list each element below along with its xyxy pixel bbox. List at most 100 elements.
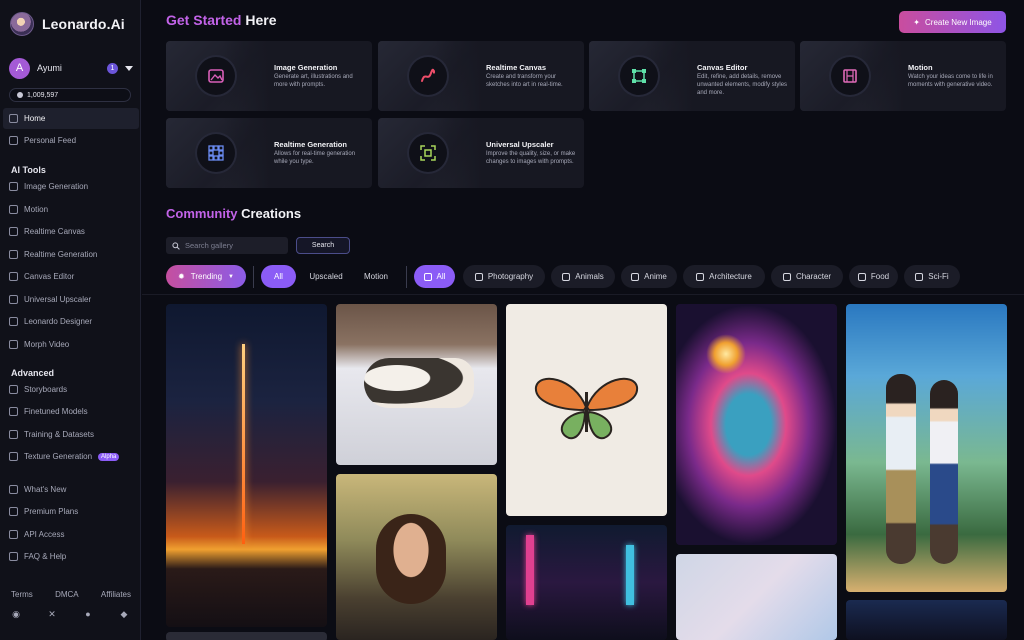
search-button[interactable]: Search	[296, 237, 350, 254]
category-food[interactable]: Food	[849, 265, 898, 288]
training-icon	[9, 430, 18, 439]
alpha-badge: Alpha	[98, 452, 120, 461]
models-icon	[9, 407, 18, 416]
sidebar-item-finetuned-models[interactable]: Finetuned Models	[3, 401, 139, 422]
token-balance[interactable]: 1,009,597	[9, 88, 131, 102]
gallery-image[interactable]	[846, 600, 1007, 640]
category-anime[interactable]: Anime	[621, 265, 677, 288]
sidebar-item-label: Storyboards	[24, 385, 68, 394]
logo-text: Leonardo.Ai	[42, 16, 125, 32]
sidebar-item-morph-video[interactable]: Morph Video	[3, 334, 139, 355]
home-icon	[9, 114, 18, 123]
tool-description: Improve the quality, size, or make chang…	[486, 151, 576, 165]
notification-badge[interactable]: 1	[107, 62, 118, 74]
anime-boy	[886, 374, 916, 564]
sidebar-item-personal-feed[interactable]: Personal Feed	[3, 130, 139, 151]
category-photography[interactable]: Photography	[463, 265, 545, 288]
tool-card-canvas-editor[interactable]: Canvas Editor Edit, refine, add details,…	[589, 41, 795, 111]
sidebar-item-image-generation[interactable]: Image Generation	[3, 176, 139, 197]
logo[interactable]: Leonardo.Ai	[10, 12, 125, 36]
community-title-accent: Community	[166, 206, 238, 221]
gallery-image-pastel-girl[interactable]	[676, 554, 837, 640]
tool-title: Universal Upscaler	[486, 140, 554, 149]
gallery-image-neon-city-rider[interactable]	[506, 525, 667, 640]
tool-card-realtime-generation[interactable]: Realtime Generation Allows for real-time…	[166, 118, 372, 188]
tab-upscaled[interactable]: Upscaled	[299, 265, 353, 288]
flame-icon: ✹	[178, 272, 185, 281]
user-menu[interactable]: A Ayumi 1	[9, 57, 133, 79]
paw-icon	[562, 272, 571, 281]
sidebar-item-motion[interactable]: Motion	[3, 199, 139, 220]
avatar: A	[9, 57, 30, 79]
news-icon	[9, 485, 18, 494]
sidebar-item-universal-upscaler[interactable]: Universal Upscaler	[3, 289, 139, 310]
category-animals[interactable]: Animals	[551, 265, 615, 288]
camera-icon	[474, 272, 483, 281]
token-count: 1,009,597	[27, 91, 59, 99]
category-sci-fi[interactable]: Sci-Fi	[904, 265, 960, 288]
sidebar-item-home[interactable]: Home	[3, 108, 139, 129]
category-label: Photography	[487, 272, 534, 281]
tool-card-realtime-canvas[interactable]: Realtime Canvas Create and transform you…	[378, 41, 584, 111]
designer-icon	[9, 317, 18, 326]
sidebar-item-faq-help[interactable]: FAQ & Help	[3, 546, 139, 567]
category-character[interactable]: Character	[771, 265, 843, 288]
tool-title: Image Generation	[274, 63, 338, 72]
search-input[interactable]: Search gallery	[166, 237, 288, 254]
tab-all[interactable]: All	[261, 265, 296, 288]
affiliates-link[interactable]: Affiliates	[101, 590, 131, 599]
tool-title: Realtime Canvas	[486, 63, 547, 72]
facebook-icon[interactable]: ●	[83, 609, 93, 619]
divider	[406, 265, 407, 288]
sidebar-item-whats-new[interactable]: What's New	[3, 479, 139, 500]
apple-icon[interactable]: ◆	[119, 609, 129, 619]
tool-card-universal-upscaler[interactable]: Universal Upscaler Improve the quality, …	[378, 118, 584, 188]
dmca-link[interactable]: DMCA	[55, 590, 79, 599]
person-icon	[782, 272, 791, 281]
star-glow	[706, 334, 746, 374]
sidebar-item-label: Personal Feed	[24, 136, 77, 145]
gallery-image[interactable]	[166, 632, 327, 640]
discord-icon[interactable]: ◉	[11, 609, 21, 619]
gallery-image-anime-couple[interactable]	[846, 304, 1007, 592]
gallery-image-cat-bed[interactable]	[336, 304, 497, 465]
search-placeholder: Search gallery	[185, 241, 233, 250]
sidebar-item-texture-generation[interactable]: Texture Generation Alpha	[3, 446, 139, 467]
gallery-image-lightning-city[interactable]	[166, 304, 327, 627]
sidebar-item-storyboards[interactable]: Storyboards	[3, 379, 139, 400]
sidebar-item-training-datasets[interactable]: Training & Datasets	[3, 424, 139, 445]
sidebar-item-canvas-editor[interactable]: Canvas Editor	[3, 266, 139, 287]
sidebar-item-realtime-canvas[interactable]: Realtime Canvas	[3, 221, 139, 242]
category-all[interactable]: All	[414, 265, 455, 288]
sidebar-item-premium-plans[interactable]: Premium Plans	[3, 501, 139, 522]
tab-motion[interactable]: Motion	[353, 265, 399, 288]
main-content: Get Started Here ✦ Create New Image Imag…	[142, 0, 1024, 640]
tool-description: Allows for real-time generation while yo…	[274, 151, 356, 165]
sparkle-icon: ✦	[913, 17, 920, 27]
create-new-image-button[interactable]: ✦ Create New Image	[899, 11, 1006, 33]
neon-sign	[626, 545, 634, 605]
sidebar-item-realtime-generation[interactable]: Realtime Generation	[3, 244, 139, 265]
gallery-image-portrait-woman[interactable]	[336, 474, 497, 640]
tool-card-motion[interactable]: Motion Watch your ideas come to life in …	[800, 41, 1006, 111]
category-architecture[interactable]: Architecture	[683, 265, 765, 288]
tool-description: Watch your ideas come to life in moments…	[908, 74, 993, 88]
tool-description: Generate art, illustrations and more wit…	[274, 74, 353, 88]
create-button-label: Create New Image	[925, 17, 992, 27]
chevron-down-icon[interactable]	[125, 65, 133, 71]
search-icon	[172, 241, 180, 250]
premium-icon	[9, 507, 18, 516]
sidebar-item-api-access[interactable]: API Access	[3, 524, 139, 545]
trending-dropdown[interactable]: ✹ Trending ▼	[166, 265, 246, 288]
social-links: ◉ ✕ ● ◆	[11, 609, 129, 619]
category-label: Sci-Fi	[928, 272, 949, 281]
universal-upscaler-icon	[409, 134, 447, 172]
terms-link[interactable]: Terms	[11, 590, 33, 599]
sidebar-item-label: Texture Generation	[24, 452, 93, 461]
gallery-image-butterfly[interactable]	[506, 304, 667, 516]
x-icon[interactable]: ✕	[47, 609, 57, 619]
gallery-image-cosmic-woman[interactable]	[676, 304, 837, 545]
tool-card-image-generation[interactable]: Image Generation Generate art, illustrat…	[166, 41, 372, 111]
sidebar-item-leonardo-designer[interactable]: Leonardo Designer	[3, 311, 139, 332]
category-label: Architecture	[709, 272, 752, 281]
